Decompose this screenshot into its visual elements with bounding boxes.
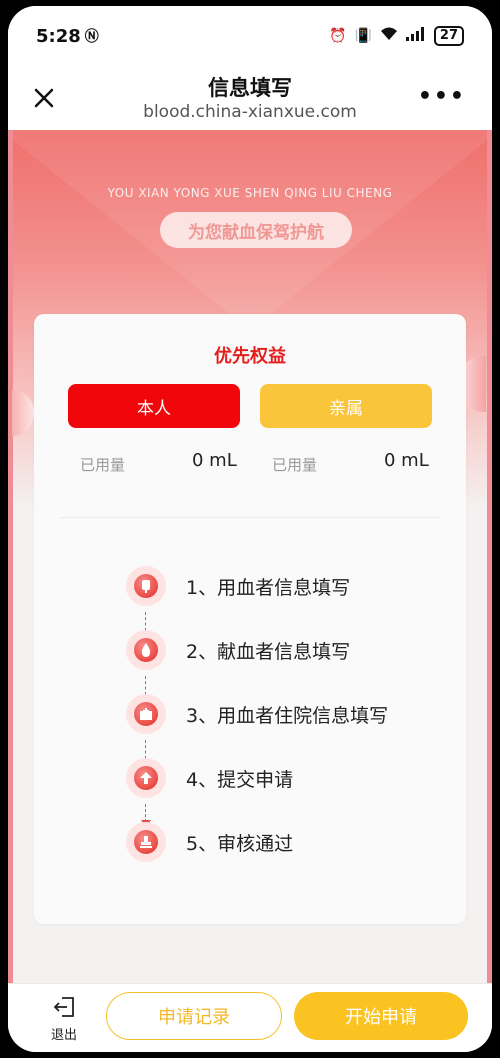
step-label: 2、献血者信息填写 — [186, 640, 351, 663]
status-time: 5:28 — [36, 25, 81, 47]
stamp-icon — [126, 822, 166, 862]
more-icon[interactable]: ••• — [418, 84, 466, 109]
step-item: 3、用血者住院信息填写 — [126, 694, 388, 734]
nav-bar: 信息填写 blood.china-xianxue.com ••• — [8, 66, 492, 130]
self-usage-label: 已用量 — [80, 456, 126, 474]
wifi-icon — [380, 27, 398, 45]
family-usage-label: 已用量 — [272, 456, 318, 474]
records-button[interactable]: 申请记录 — [106, 992, 282, 1040]
hospital-icon — [126, 694, 166, 734]
step-label: 5、审核通过 — [186, 832, 294, 855]
tab-family[interactable]: 亲属 — [260, 384, 432, 428]
bottom-bar: 退出 申请记录 开始申请 — [8, 983, 492, 1052]
upload-icon — [126, 758, 166, 798]
screen: 5:28 Ⓝ ⏰ 📳 27 信息填写 blood.china-xianxue.c… — [8, 6, 492, 1052]
exit-label: 退出 — [50, 1027, 77, 1043]
start-application-button[interactable]: 开始申请 — [294, 992, 468, 1040]
phone-frame: 5:28 Ⓝ ⏰ 📳 27 信息填写 blood.china-xianxue.c… — [0, 0, 500, 1058]
exit-icon — [52, 996, 76, 1022]
blood-bag-icon — [126, 566, 166, 606]
step-item: 5、审核通过 — [126, 822, 293, 862]
nfc-icon: Ⓝ — [84, 29, 99, 45]
vibrate-icon: 📳 — [354, 28, 372, 44]
battery-icon: 27 — [433, 26, 464, 46]
benefits-card: 优先权益 本人 亲属 已用量 0 mL 已用量 0 mL 1、用血者信息填写 2… — [34, 314, 466, 924]
step-item: 1、用血者信息填写 — [126, 566, 350, 606]
step-label: 4、提交申请 — [186, 768, 294, 791]
blood-drop-icon — [126, 630, 166, 670]
status-bar: 5:28 Ⓝ ⏰ 📳 27 — [8, 6, 492, 66]
signal-icon — [405, 27, 426, 45]
hero-subtitle: YOU XIAN YONG XUE SHEN QING LIU CHENG — [107, 186, 393, 200]
hero-tagline: 为您献血保驾护航 — [160, 212, 352, 248]
step-item: 2、献血者信息填写 — [126, 630, 350, 670]
self-usage-value: 0 mL — [192, 450, 237, 471]
step-label: 1、用血者信息填写 — [186, 576, 351, 599]
tab-self[interactable]: 本人 — [68, 384, 240, 428]
divider — [60, 517, 440, 518]
exit-button[interactable]: 退出 — [38, 994, 90, 1044]
step-label: 3、用血者住院信息填写 — [186, 704, 389, 727]
family-usage-value: 0 mL — [384, 450, 429, 471]
alarm-icon: ⏰ — [329, 28, 347, 44]
step-item: 4、提交申请 — [126, 758, 293, 798]
benefits-title: 优先权益 — [214, 346, 286, 367]
